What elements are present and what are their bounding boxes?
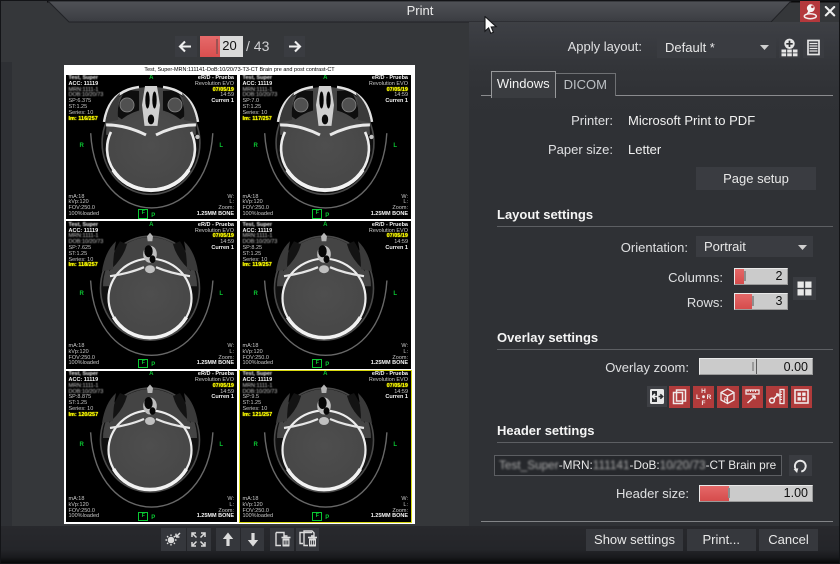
- svg-text:H: H: [701, 388, 706, 395]
- svg-text:R: R: [724, 398, 728, 404]
- svg-text:R: R: [706, 394, 711, 401]
- svg-text:L: L: [696, 394, 700, 401]
- svg-text:F: F: [701, 400, 705, 407]
